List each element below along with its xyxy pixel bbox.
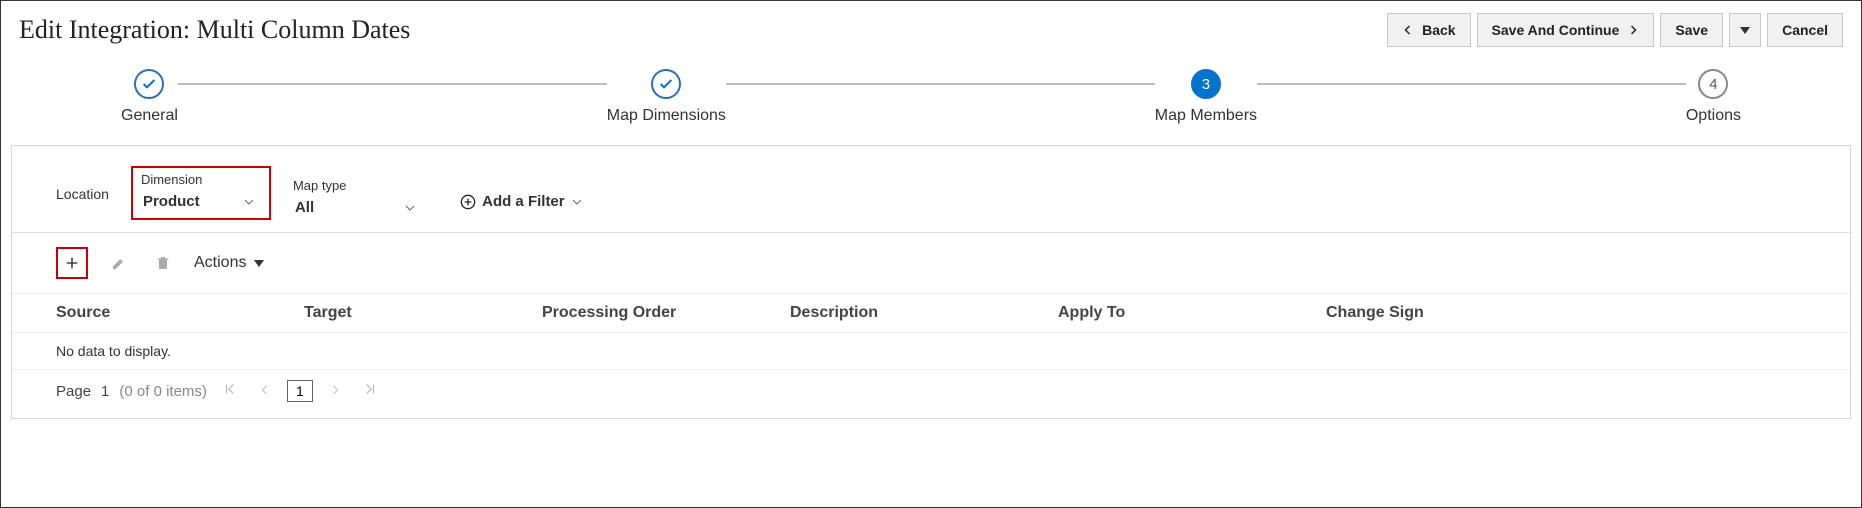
page-number: 1 (101, 383, 109, 400)
step-map-members[interactable]: 3 Map Members (1155, 69, 1257, 125)
map-type-select[interactable]: Map type All (293, 178, 422, 220)
plus-icon (64, 255, 80, 271)
back-label: Back (1422, 22, 1455, 38)
table-toolbar: Actions (12, 233, 1850, 293)
step-circle-done (651, 69, 681, 99)
chevron-down-icon (571, 196, 583, 208)
page-label: Page (56, 383, 91, 400)
pager-next[interactable] (323, 383, 347, 400)
chevron-down-icon (404, 202, 416, 214)
chevron-left-icon (259, 384, 271, 396)
location-label: Location (56, 186, 109, 202)
step-label: Options (1686, 107, 1741, 125)
pager-first[interactable] (217, 382, 243, 400)
page-input[interactable] (287, 380, 313, 402)
back-button[interactable]: Back (1387, 13, 1470, 47)
go-last-icon (363, 382, 377, 396)
chevron-down-icon (243, 196, 255, 208)
col-source: Source (56, 304, 296, 322)
step-circle-pending: 4 (1698, 69, 1728, 99)
dimension-label: Dimension (141, 172, 261, 187)
edit-row-button[interactable] (106, 250, 132, 276)
col-processing-order: Processing Order (542, 304, 782, 322)
actions-label: Actions (194, 254, 246, 272)
step-connector (726, 83, 1155, 85)
add-filter-button[interactable]: Add a Filter (460, 193, 583, 210)
add-filter-label: Add a Filter (482, 193, 565, 210)
table-empty-message: No data to display. (12, 333, 1850, 370)
step-options[interactable]: 4 Options (1686, 69, 1741, 125)
table-header: Source Target Processing Order Descripti… (12, 293, 1850, 333)
main-panel: Location Dimension Product Map type All … (11, 145, 1851, 419)
col-description: Description (790, 304, 1050, 322)
step-connector (178, 83, 607, 85)
col-apply-to: Apply To (1058, 304, 1318, 322)
go-first-icon (223, 382, 237, 396)
step-connector (1257, 83, 1686, 85)
save-label: Save (1675, 22, 1708, 38)
chevron-left-icon (1402, 24, 1414, 36)
step-map-dimensions[interactable]: Map Dimensions (607, 69, 726, 125)
cancel-button[interactable]: Cancel (1767, 13, 1843, 47)
save-and-continue-button[interactable]: Save And Continue (1477, 13, 1655, 47)
delete-row-button[interactable] (150, 250, 176, 276)
wizard-stepper: General Map Dimensions 3 Map Members 4 O… (1, 47, 1861, 137)
pager: Page 1 (0 of 0 items) (12, 370, 1850, 418)
save-button[interactable]: Save (1660, 13, 1723, 47)
header-buttons: Back Save And Continue Save Cancel (1387, 13, 1843, 47)
pencil-icon (111, 255, 127, 271)
step-circle-done (134, 69, 164, 99)
col-target: Target (304, 304, 534, 322)
actions-menu[interactable]: Actions (194, 254, 264, 272)
step-label: General (121, 107, 178, 125)
step-general[interactable]: General (121, 69, 178, 125)
page-title: Edit Integration: Multi Column Dates (19, 15, 410, 45)
add-row-button[interactable] (56, 247, 88, 279)
caret-down-icon (254, 260, 264, 267)
filters-row: Location Dimension Product Map type All … (12, 146, 1850, 233)
dimension-select[interactable]: Dimension Product (131, 166, 271, 220)
cancel-label: Cancel (1782, 22, 1828, 38)
step-circle-active: 3 (1191, 69, 1221, 99)
save-dropdown-button[interactable] (1729, 13, 1761, 47)
map-type-label: Map type (293, 178, 422, 193)
save-continue-label: Save And Continue (1492, 22, 1620, 38)
caret-down-icon (1740, 27, 1750, 34)
chevron-right-icon (1627, 24, 1639, 36)
page-count: (0 of 0 items) (119, 383, 207, 400)
pager-prev[interactable] (253, 383, 277, 400)
chevron-right-icon (329, 384, 341, 396)
col-change-sign: Change Sign (1326, 304, 1626, 322)
trash-icon (155, 255, 171, 271)
check-icon (141, 76, 157, 92)
dimension-value: Product (143, 193, 200, 210)
step-label: Map Members (1155, 107, 1257, 125)
map-type-value: All (295, 199, 314, 216)
plus-circle-icon (460, 194, 476, 210)
step-label: Map Dimensions (607, 107, 726, 125)
check-icon (658, 76, 674, 92)
pager-last[interactable] (357, 382, 383, 400)
